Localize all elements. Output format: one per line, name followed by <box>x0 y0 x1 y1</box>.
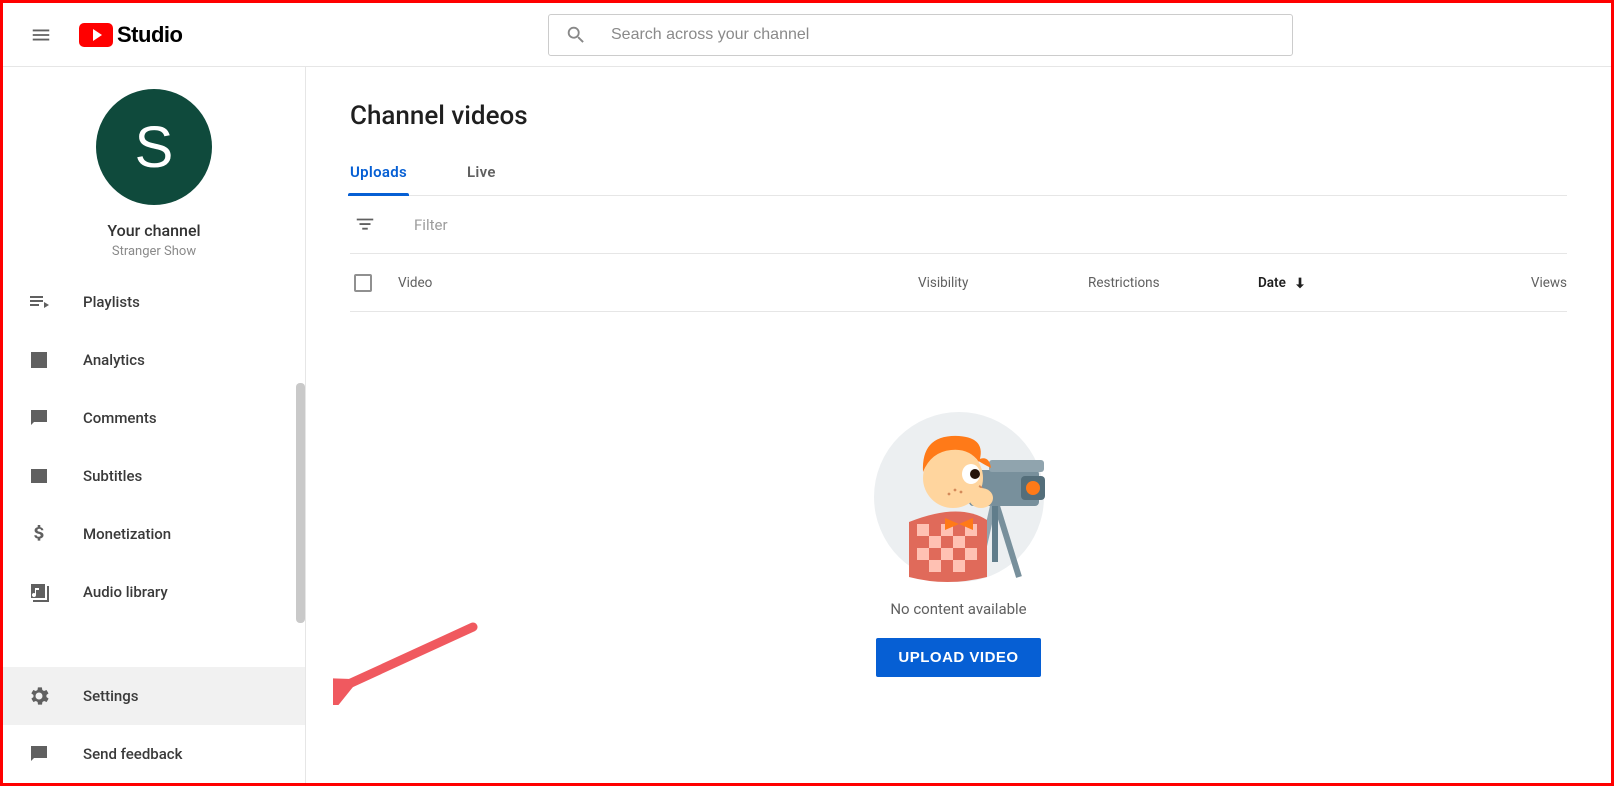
column-header-views[interactable]: Views <box>1531 275 1567 291</box>
sidebar-item-audio-library[interactable]: Audio library <box>3 563 305 621</box>
search-bar[interactable] <box>548 14 1293 56</box>
content-tabs: Uploads Live <box>350 163 1567 196</box>
sidebar-item-settings[interactable]: Settings <box>3 667 305 725</box>
filter-icon <box>354 214 376 236</box>
sidebar-item-analytics[interactable]: Analytics <box>3 331 305 389</box>
sidebar-item-label: Comments <box>83 409 157 427</box>
column-header-date-label: Date <box>1258 275 1286 291</box>
hamburger-menu-button[interactable] <box>21 15 61 55</box>
sidebar-item-label: Settings <box>83 687 139 705</box>
sidebar-item-label: Analytics <box>83 351 145 369</box>
column-header-restrictions[interactable]: Restrictions <box>1088 275 1258 291</box>
search-icon <box>565 24 587 46</box>
column-header-video[interactable]: Video <box>398 275 918 291</box>
sidebar-item-send-feedback[interactable]: Send feedback <box>3 725 305 783</box>
page-title: Channel videos <box>350 101 1567 131</box>
search-input[interactable] <box>611 26 1276 44</box>
tab-live[interactable]: Live <box>467 163 496 195</box>
comments-icon <box>27 406 51 430</box>
feedback-icon <box>27 742 51 766</box>
playlists-icon <box>27 290 51 314</box>
sidebar-item-label: Playlists <box>83 293 140 311</box>
logo-text: Studio <box>117 22 182 48</box>
sidebar-item-monetization[interactable]: Monetization <box>3 505 305 563</box>
channel-name: Stranger Show <box>112 244 196 259</box>
youtube-studio-logo[interactable]: Studio <box>79 22 182 48</box>
sidebar-item-playlists[interactable]: Playlists <box>3 273 305 331</box>
sidebar-item-subtitles[interactable]: Subtitles <box>3 447 305 505</box>
main-content: Channel videos Uploads Live Filter Video… <box>306 67 1611 783</box>
gear-icon <box>27 684 51 708</box>
table-header-row: Video Visibility Restrictions Date Views <box>350 254 1567 312</box>
audio-library-icon <box>27 580 51 604</box>
channel-avatar[interactable]: S <box>96 89 212 205</box>
empty-state-illustration <box>869 402 1049 582</box>
analytics-icon <box>27 348 51 372</box>
youtube-play-icon <box>79 23 113 47</box>
filter-bar[interactable]: Filter <box>350 196 1567 254</box>
column-header-date[interactable]: Date <box>1258 275 1428 291</box>
your-channel-label: Your channel <box>107 221 200 240</box>
empty-state: No content available UPLOAD VIDEO <box>350 402 1567 677</box>
hamburger-icon <box>30 24 52 46</box>
sidebar: S Your channel Stranger Show Playlists A… <box>3 67 306 783</box>
sidebar-item-comments[interactable]: Comments <box>3 389 305 447</box>
sidebar-item-label: Monetization <box>83 525 171 543</box>
sort-desc-arrow-icon <box>1292 275 1308 291</box>
empty-state-message: No content available <box>890 600 1026 618</box>
sidebar-item-label: Subtitles <box>83 467 142 485</box>
sidebar-item-label: Audio library <box>83 583 168 601</box>
subtitles-icon <box>27 464 51 488</box>
upload-video-button[interactable]: UPLOAD VIDEO <box>876 638 1040 677</box>
select-all-checkbox[interactable] <box>354 274 372 292</box>
tab-uploads[interactable]: Uploads <box>350 163 407 195</box>
sidebar-scrollbar-thumb[interactable] <box>296 383 305 623</box>
channel-info-block: S Your channel Stranger Show <box>3 67 305 273</box>
monetization-icon <box>27 522 51 546</box>
column-header-visibility[interactable]: Visibility <box>918 275 1088 291</box>
sidebar-item-label: Send feedback <box>83 745 182 763</box>
filter-placeholder: Filter <box>414 216 448 234</box>
